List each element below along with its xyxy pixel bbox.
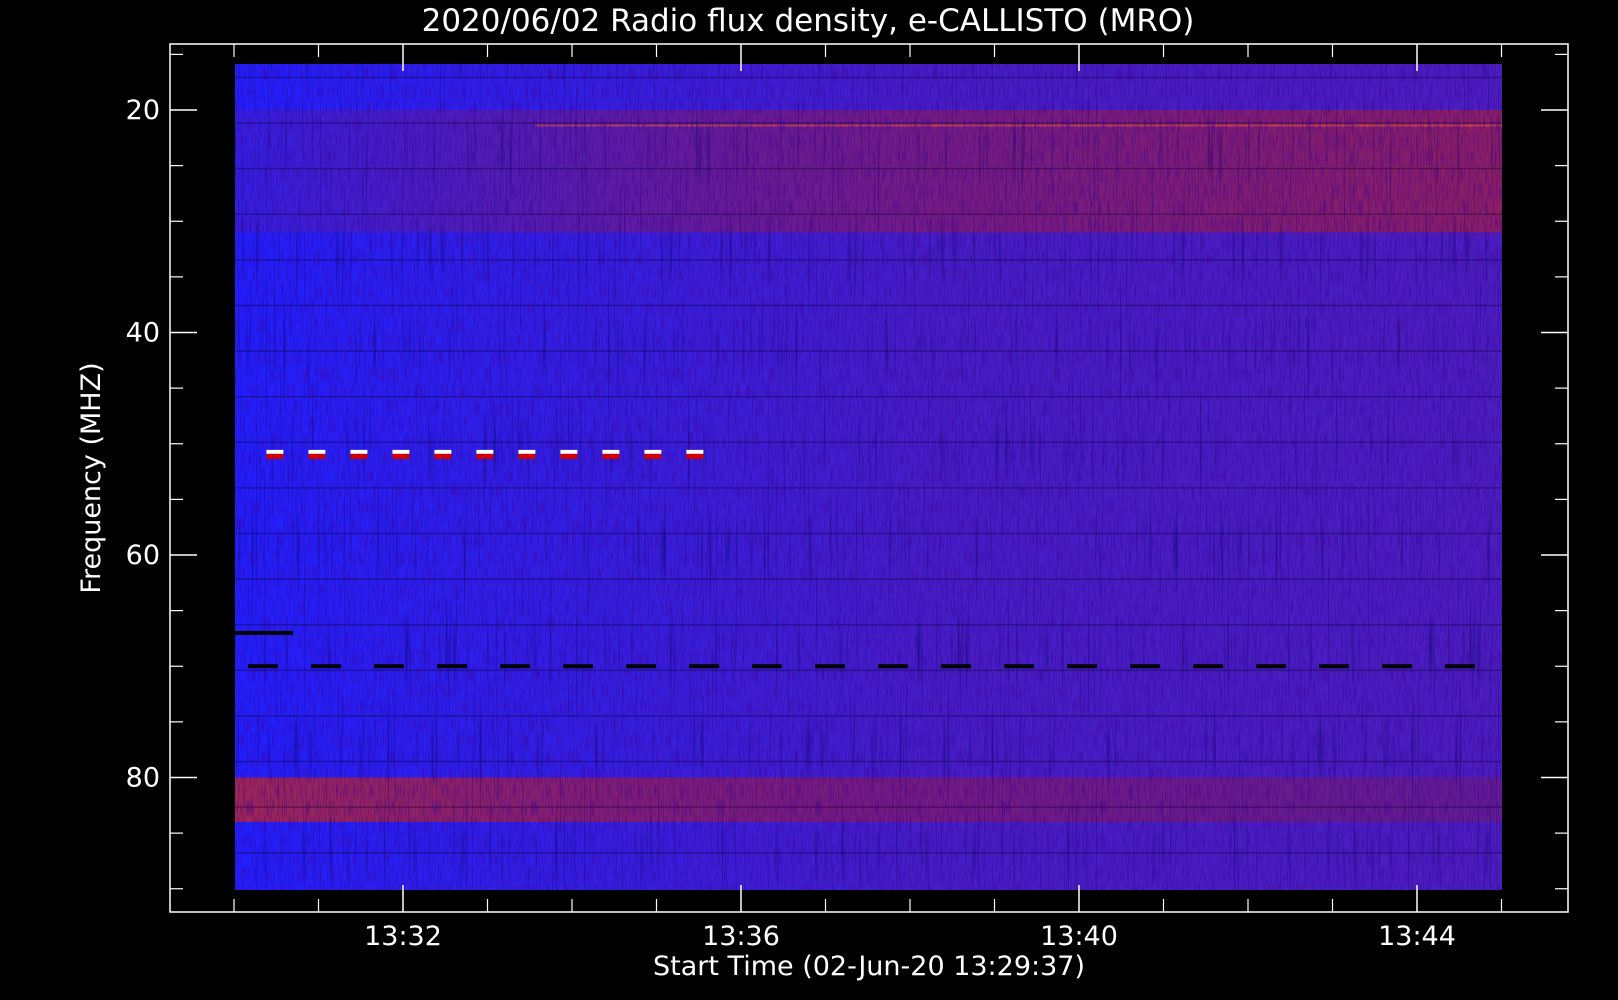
x-tick-label: 13:40 [1040,921,1118,952]
dark-dash [1193,664,1224,669]
marker-dash [308,449,326,454]
spectrogram-chart: 2020/06/02 Radio flux density, e-CALLIST… [76,3,1569,982]
dark-dash [1004,664,1035,669]
x-tick-label: 13:36 [702,921,780,952]
marker-dash-red [518,453,536,459]
dark-dash [878,664,909,669]
marker-dash [560,449,578,454]
dark-line [205,630,294,635]
dark-dash [374,664,405,669]
marker-dash [350,449,368,454]
dark-dash [1067,664,1098,669]
dark-dash [1445,664,1476,669]
marker-dash-red [392,453,410,459]
dark-dash [437,664,468,669]
dark-dash [1319,664,1350,669]
marker-dash [686,449,704,454]
dark-dash [500,664,531,669]
marker-dash [392,449,410,454]
marker-dash-red [476,453,494,459]
dark-dash [941,664,972,669]
marker-dash-red [308,453,326,459]
dark-dash [311,664,342,669]
dark-dash [689,664,720,669]
marker-dash [476,449,494,454]
y-tick-label: 80 [126,763,160,794]
marker-dash-red [266,453,284,459]
dark-dash [563,664,594,669]
marker-dash-red [434,453,452,459]
chart-title: 2020/06/02 Radio flux density, e-CALLIST… [422,3,1195,39]
marker-dash [644,449,662,454]
marker-dash-red [644,453,662,459]
dark-dash [1382,664,1413,669]
dark-dash [1130,664,1161,669]
dark-dash [248,664,279,669]
marker-dash [518,449,536,454]
y-tick-label: 20 [126,95,160,126]
marker-dash-red [560,453,578,459]
dark-dash [752,664,783,669]
marker-dash [602,449,620,454]
x-tick-label: 13:44 [1378,921,1456,952]
marker-dash [434,449,452,454]
y-tick-label: 60 [126,540,160,571]
x-tick-label: 13:32 [364,921,442,952]
dark-dash [626,664,657,669]
marker-dash-red [602,453,620,459]
marker-dash-red [686,453,704,459]
spectrogram-image [205,64,1502,890]
marker-dash [266,449,284,454]
y-axis-label: Frequency (MHZ) [76,362,107,593]
dark-dash [815,664,846,669]
x-axis-label: Start Time (02-Jun-20 13:29:37) [653,951,1085,982]
dark-dash [1256,664,1287,669]
marker-dash-red [350,453,368,459]
y-tick-label: 40 [126,318,160,349]
spectrogram-texture [235,64,1502,890]
